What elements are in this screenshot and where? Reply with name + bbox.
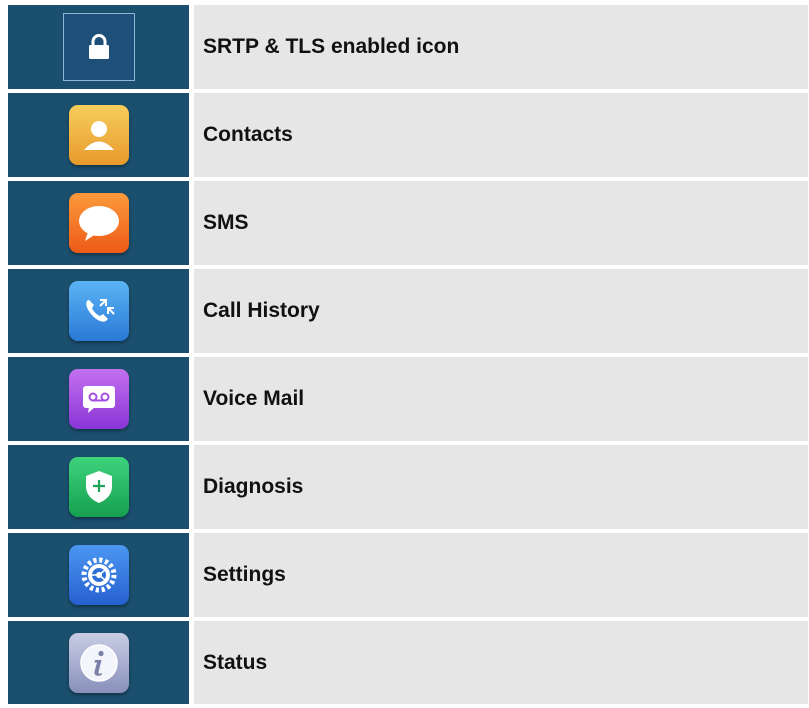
sms-icon	[68, 193, 129, 253]
status-icon	[68, 632, 129, 693]
icon-cell	[8, 445, 189, 529]
icon-cell	[8, 5, 189, 89]
icon-cell	[8, 357, 189, 441]
row-label: SRTP & TLS enabled icon	[194, 5, 808, 89]
call-history-icon	[68, 281, 129, 341]
icon-cell	[8, 269, 189, 353]
row-label: Diagnosis	[194, 445, 808, 529]
table-row: Voice Mail	[8, 357, 808, 441]
table-row: Status	[8, 621, 808, 704]
table-row: Contacts	[8, 93, 808, 177]
row-label: Contacts	[194, 93, 808, 177]
row-label: SMS	[194, 181, 808, 265]
table-row: Call History	[8, 269, 808, 353]
lock-icon	[62, 13, 135, 81]
table-row: Settings	[8, 533, 808, 617]
row-label: Settings	[194, 533, 808, 617]
icon-cell	[8, 181, 189, 265]
row-label: Voice Mail	[194, 357, 808, 441]
settings-icon	[68, 545, 129, 605]
table-row: SRTP & TLS enabled icon	[8, 5, 808, 89]
contacts-icon	[68, 105, 129, 165]
row-label: Call History	[194, 269, 808, 353]
icon-legend-table: SRTP & TLS enabled icon Contacts SMS Cal…	[8, 5, 808, 704]
icon-cell	[8, 93, 189, 177]
voice-mail-icon	[68, 369, 129, 429]
table-row: SMS	[8, 181, 808, 265]
icon-cell	[8, 533, 189, 617]
row-label: Status	[194, 621, 808, 704]
table-row: Diagnosis	[8, 445, 808, 529]
icon-cell	[8, 621, 189, 704]
diagnosis-icon	[68, 457, 129, 517]
